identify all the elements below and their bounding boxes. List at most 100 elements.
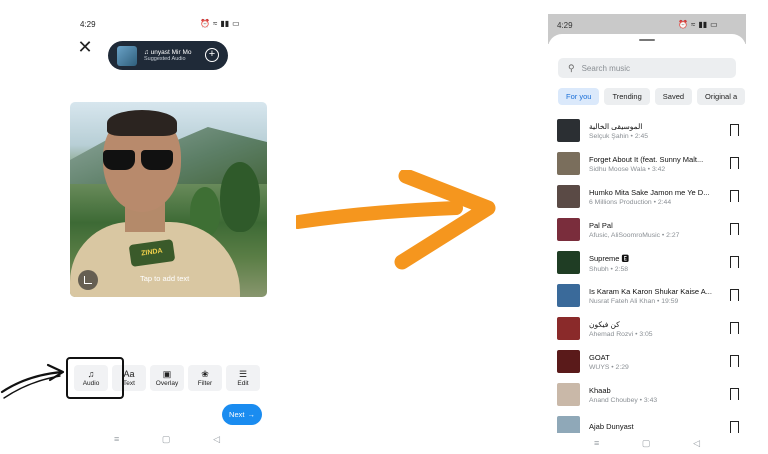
arrow-right-icon: → [247,410,255,419]
search-music-input[interactable] [581,63,722,73]
story-photo[interactable]: ZINDA Tap to add text [70,102,267,297]
song-cover [557,152,580,175]
signal-icon: ▮▮ [220,19,230,28]
screenshot-stage: 4:29 ⏰ ≈ ▮▮ ▭ ✕ ♫ ​unyast Mir Mo Suggest… [0,0,768,454]
song-meta: كن فيكون Ahemad Rozvi • 3:05 [589,320,721,338]
song-title: Is Karam Ka Karon Shukar Kaise A... [589,286,712,296]
song-artist-duration: Anand Choubey • 3:43 [589,396,658,404]
song-row[interactable]: Pal Pal Afusic, AliSoomroMusic • 2:27 [557,213,743,246]
menu-nav-icon[interactable]: ≡ [114,434,119,444]
song-title: كن فيكون [589,319,620,329]
tab-trending[interactable]: Trending [604,88,650,105]
alarm-icon: ⏰ [200,19,210,28]
bookmark-icon[interactable] [730,289,739,305]
song-row[interactable]: الموسيقى الخالية Selçuk Şahin • 2:45 [557,114,743,147]
song-cover [557,119,580,142]
battery-icon: ▭ [232,19,240,28]
song-title: Humko Mita Sake Jamon me Ye D... [589,187,710,197]
bookmark-icon[interactable] [730,190,739,206]
song-row[interactable]: كن فيكون Ahemad Rozvi • 3:05 [557,312,743,345]
status-icons: ⏰ ≈ ▮▮ ▭ [678,20,718,29]
song-cover [557,317,580,340]
bookmark-icon[interactable] [730,421,739,437]
tool-edit-button[interactable]: ☰ Edit [226,365,260,391]
song-list: الموسيقى الخالية Selçuk Şahin • 2:45 Forge… [557,114,743,444]
song-title: الموسيقى الخالية [589,121,643,131]
tab-original-audio[interactable]: Original a [697,88,746,105]
bookmark-icon[interactable] [730,322,739,338]
bookmark-icon[interactable] [730,124,739,140]
tool-overlay-button[interactable]: ▣ Overlay [150,365,184,391]
song-row[interactable]: Supreme 🅴 Shubh • 2:58 [557,246,743,279]
add-audio-icon[interactable]: + [205,48,219,62]
song-title: GOAT [589,352,610,362]
song-cover [557,185,580,208]
song-artist-duration: Ahemad Rozvi • 3:05 [589,330,653,338]
tap-to-add-text-hint[interactable]: Tap to add text [140,274,189,283]
status-time: 4:29 [80,20,96,29]
menu-nav-icon[interactable]: ≡ [594,438,599,448]
song-cover [557,218,580,241]
battery-icon: ▭ [710,20,718,29]
photo-tree [220,162,260,232]
song-cover [557,251,580,274]
hand-drawn-arrow-icon [0,363,65,399]
back-nav-icon[interactable]: ◁ [213,434,220,444]
song-cover [557,383,580,406]
home-nav-icon[interactable]: ▢ [162,434,171,444]
music-bottom-sheet: ⚲ For you Trending Saved Original a المو… [548,34,746,454]
edit-sliders-icon: ☰ [238,369,248,379]
search-bar[interactable]: ⚲ [558,58,736,78]
song-title: Pal Pal [589,220,613,230]
audio-pill-title: ♫ ​unyast Mir Mo [144,49,192,56]
bookmark-icon[interactable] [730,157,739,173]
music-tabs: For you Trending Saved Original a [558,88,746,105]
tool-label: Overlay [155,380,179,387]
close-icon[interactable]: ✕ [76,38,94,56]
song-artist-duration: Sidhu Moose Wala • 3:42 [589,165,666,173]
song-meta: Khaab Anand Choubey • 3:43 [589,386,721,404]
system-nav-buttons: ≡ ▢ ◁ [594,438,700,448]
signal-icon: ▮▮ [698,20,708,29]
song-meta: Pal Pal Afusic, AliSoomroMusic • 2:27 [589,221,721,239]
song-artist-duration: Selçuk Şahin • 2:45 [589,132,649,140]
home-nav-icon[interactable]: ▢ [642,438,651,448]
bookmark-icon[interactable] [730,355,739,371]
bookmark-icon[interactable] [730,256,739,272]
orange-arrow-icon [296,170,496,270]
wifi-icon: ≈ [690,20,696,29]
system-nav-bar: ≡ ▢ ◁ [114,434,220,444]
song-cover [557,350,580,373]
song-row[interactable]: Is Karam Ka Karon Shukar Kaise A... Nusra… [557,279,743,312]
song-row[interactable]: Forget About It (feat. Sunny Malt... Sidh… [557,147,743,180]
next-button[interactable]: Next → [222,404,262,425]
song-row[interactable]: GOAT WUYS • 2:29 [557,345,743,378]
song-meta: الموسيقى الخالية Selçuk Şahin • 2:45 [589,122,721,140]
crop-icon[interactable] [78,270,98,290]
back-nav-icon[interactable]: ◁ [693,438,700,448]
tool-filter-button[interactable]: ❀ Filter [188,365,222,391]
sheet-drag-handle[interactable] [639,39,655,41]
audio-pill-text: ♫ ​unyast Mir Mo Suggested Audio [144,49,206,62]
music-picker-screen: 4:29 ⏰ ≈ ▮▮ ▭ ⚲ For you Trending Saved O… [548,14,746,454]
song-artist-duration: Nusrat Fateh Ali Khan • 19:59 [589,297,679,305]
song-row[interactable]: Khaab Anand Choubey • 3:43 [557,378,743,411]
overlay-icon: ▣ [162,369,172,379]
tab-saved[interactable]: Saved [654,88,693,105]
song-meta: Forget About It (feat. Sunny Malt... Sidh… [589,155,721,173]
song-meta: GOAT WUYS • 2:29 [589,353,721,371]
bookmark-icon[interactable] [730,223,739,239]
song-title: Khaab [589,385,611,395]
song-meta: Ajab Dunyast [589,422,721,433]
suggested-audio-pill[interactable]: ♫ ​unyast Mir Mo Suggested Audio + [108,41,228,70]
wifi-icon: ≈ [212,19,218,28]
tab-for-you[interactable]: For you [558,88,600,105]
song-meta: Is Karam Ka Karon Shukar Kaise A... Nusra… [589,287,721,305]
song-artist-duration: Shubh • 2:58 [589,265,629,273]
person-hair [107,110,177,136]
filter-icon: ❀ [201,369,209,379]
bookmark-icon[interactable] [730,388,739,404]
song-row[interactable]: Humko Mita Sake Jamon me Ye D... 6 Millio… [557,180,743,213]
sunglasses [103,150,175,172]
alarm-icon: ⏰ [678,20,688,29]
